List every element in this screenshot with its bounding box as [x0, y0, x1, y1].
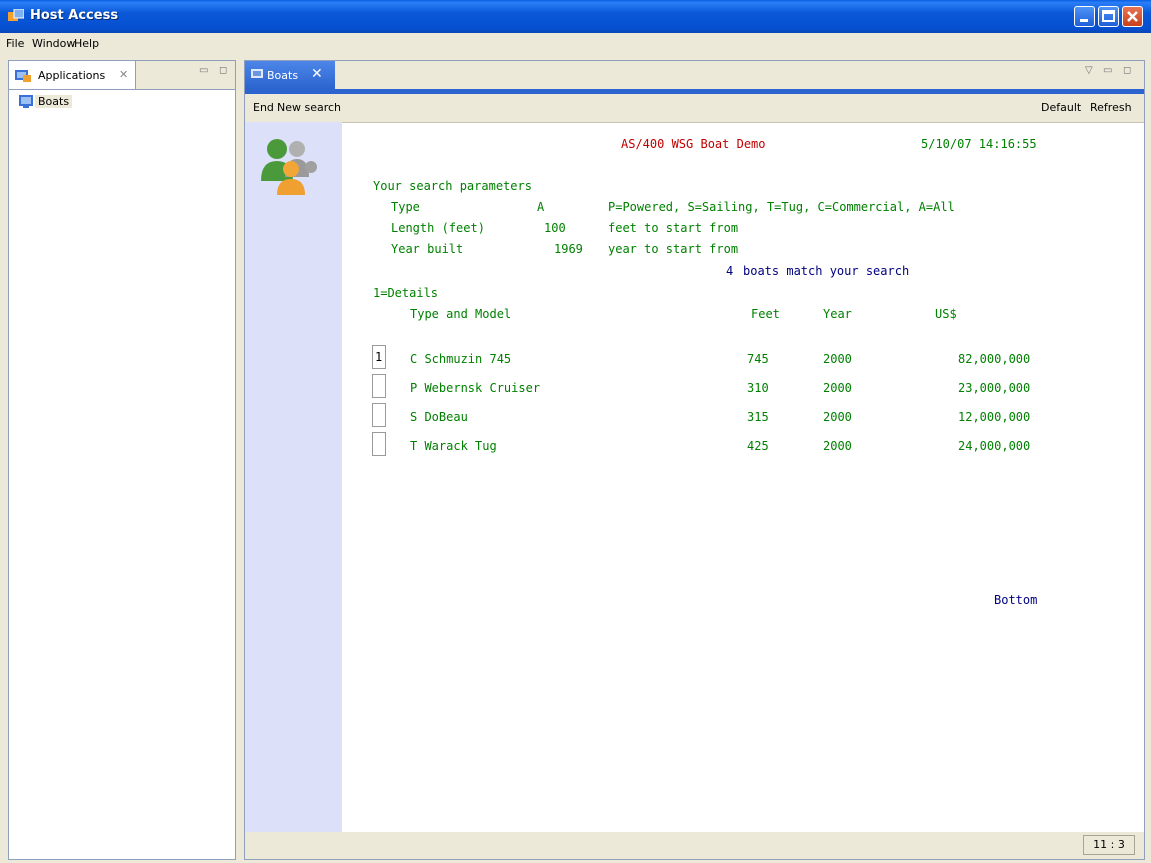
- refresh-button[interactable]: Refresh: [1090, 101, 1132, 114]
- users-icon: [259, 133, 323, 200]
- row-feet: 315: [747, 410, 769, 424]
- param-type-hint: P=Powered, S=Sailing, T=Tug, C=Commercia…: [608, 200, 955, 214]
- maximize-view-icon[interactable]: ◻: [219, 65, 227, 76]
- tab-boats[interactable]: Boats ✕: [245, 61, 335, 89]
- param-type-label: Type: [391, 200, 420, 214]
- screen-title: AS/400 WSG Boat Demo: [621, 137, 766, 151]
- column-header-feet: Feet: [751, 307, 780, 321]
- screen-toolbar: End New search Default Refresh: [245, 94, 1144, 123]
- row-feet: 745: [747, 352, 769, 366]
- row-model: T Warack Tug: [410, 439, 497, 453]
- param-length-value[interactable]: 100: [544, 221, 566, 235]
- cursor-position: 11 : 3: [1083, 835, 1135, 855]
- end-button[interactable]: End: [253, 101, 274, 114]
- row-price: 23,000,000: [958, 381, 1031, 395]
- row-year: 2000: [823, 352, 852, 366]
- minimize-view-icon[interactable]: ▭: [1103, 65, 1112, 76]
- param-year-hint: year to start from: [608, 242, 739, 256]
- default-button[interactable]: Default: [1041, 101, 1081, 114]
- column-header-model: Type and Model: [410, 307, 512, 321]
- tab-applications[interactable]: Applications ✕: [9, 61, 136, 89]
- param-year-label: Year built: [391, 242, 464, 256]
- window-title: Host Access: [30, 8, 119, 23]
- option-input[interactable]: 1: [372, 345, 386, 369]
- param-year-value[interactable]: 1969: [554, 242, 583, 256]
- bottom-marker: Bottom: [994, 593, 1038, 607]
- screen-datetime: 5/10/07 14:16:55: [921, 137, 1037, 151]
- tab-boats-label: Boats: [267, 69, 299, 82]
- option-input[interactable]: [372, 374, 386, 398]
- row-feet: 425: [747, 439, 769, 453]
- title-bar: Host Access: [0, 0, 1151, 33]
- editor-tab-row: Boats ✕ ▽ ▭ ◻: [245, 61, 1144, 89]
- row-feet: 310: [747, 381, 769, 395]
- row-model: C Schmuzin 745: [410, 352, 512, 366]
- row-year: 2000: [823, 439, 852, 453]
- host-access-icon: [8, 8, 25, 23]
- params-heading: Your search parameters: [373, 179, 532, 193]
- row-price: 12,000,000: [958, 410, 1031, 424]
- menu-help[interactable]: Help: [74, 37, 99, 50]
- applications-view-header: Applications ✕ ▭ ◻: [9, 61, 235, 90]
- applications-icon: [15, 67, 33, 86]
- param-length-label: Length (feet): [391, 221, 485, 235]
- param-type-value[interactable]: A: [537, 200, 544, 214]
- view-menu-icon[interactable]: ▽: [1085, 65, 1093, 76]
- tree-item-label: Boats: [35, 95, 73, 108]
- row-year: 2000: [823, 381, 852, 395]
- boats-editor: Boats ✕ ▽ ▭ ◻ End New search Default Ref…: [244, 60, 1145, 860]
- tab-applications-label: Applications: [38, 69, 106, 82]
- maximize-button[interactable]: [1098, 6, 1119, 27]
- menu-window[interactable]: Window: [32, 37, 75, 50]
- new-search-button[interactable]: New search: [277, 101, 341, 114]
- close-tab-icon[interactable]: ✕: [119, 68, 128, 81]
- minimize-button[interactable]: [1074, 6, 1095, 27]
- options-hint: 1=Details: [373, 286, 439, 300]
- status-bar: 11 : 3: [245, 832, 1144, 859]
- column-header-year: Year: [823, 307, 852, 321]
- boats-tab-icon: [251, 69, 263, 82]
- param-length-hint: feet to start from: [608, 221, 739, 235]
- row-price: 24,000,000: [958, 439, 1031, 453]
- match-count: 4: [726, 264, 734, 278]
- close-button[interactable]: [1122, 6, 1143, 27]
- match-text: boats match your search: [743, 264, 910, 278]
- menu-file[interactable]: File: [6, 37, 24, 50]
- column-header-price: US$: [935, 307, 957, 321]
- row-model: S DoBeau: [410, 410, 468, 424]
- option-input[interactable]: [372, 432, 386, 456]
- row-year: 2000: [823, 410, 852, 424]
- side-strip: [245, 122, 342, 832]
- close-tab-icon[interactable]: ✕: [311, 66, 323, 82]
- minimize-view-icon[interactable]: ▭: [199, 65, 208, 76]
- boats-app-icon: [19, 95, 33, 111]
- menu-bar: File Window Help: [0, 33, 1151, 55]
- row-model: P Webernsk Cruiser: [410, 381, 541, 395]
- maximize-view-icon[interactable]: ◻: [1123, 65, 1131, 76]
- applications-view: Applications ✕ ▭ ◻ Boats: [8, 60, 236, 860]
- row-price: 82,000,000: [958, 352, 1031, 366]
- option-input[interactable]: [372, 403, 386, 427]
